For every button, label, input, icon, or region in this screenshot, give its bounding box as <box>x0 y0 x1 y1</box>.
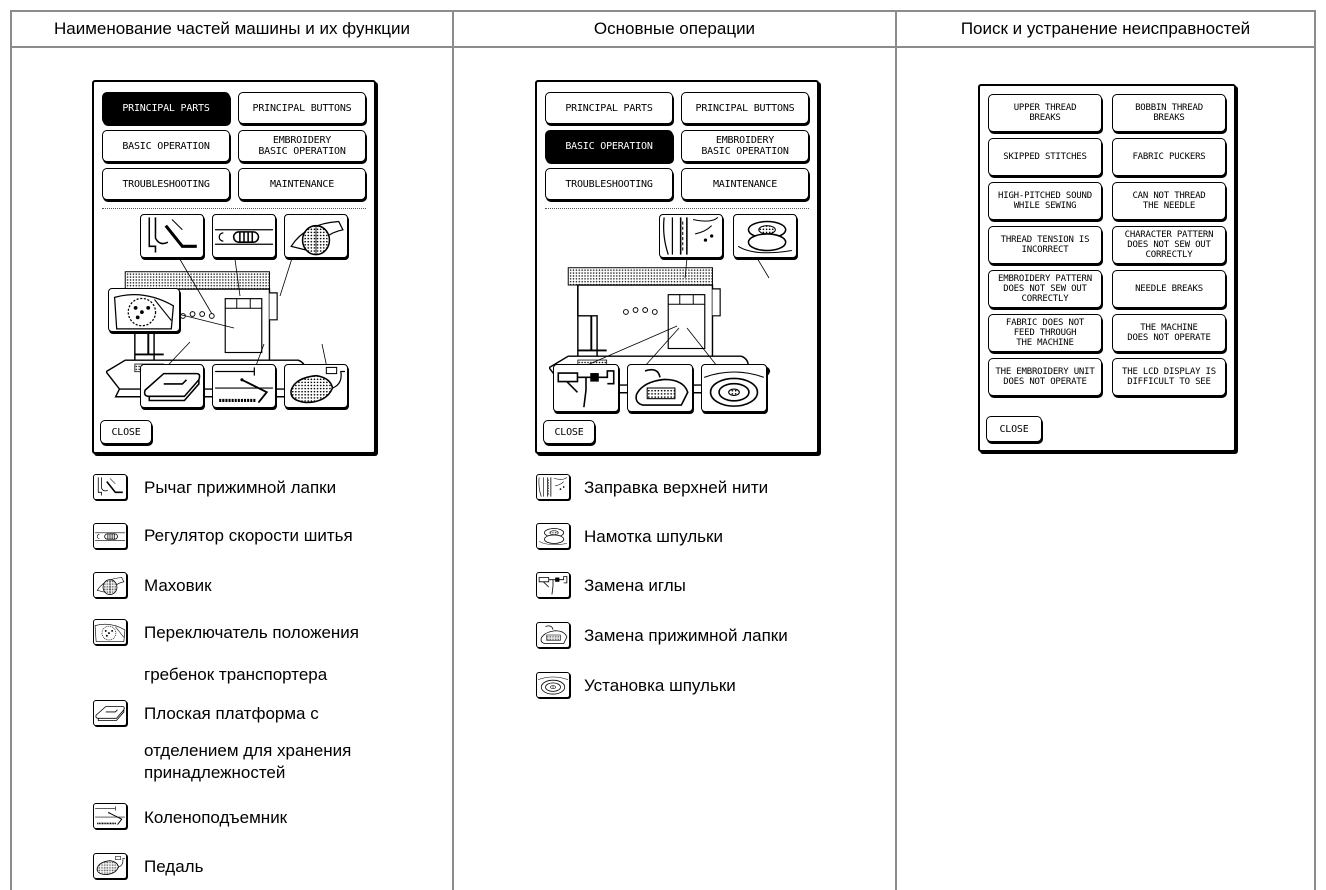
troubleshooting-item-button[interactable]: CHARACTER PATTERN DOES NOT SEW OUT CORRE… <box>1112 226 1226 264</box>
table-right-border <box>1314 10 1316 890</box>
foot-controller-icon <box>93 853 127 879</box>
troubleshooting-item-button[interactable]: NEEDLE BREAKS <box>1112 270 1226 308</box>
legend-label-cont: принадлежностей <box>144 763 286 782</box>
foot-controller-tile[interactable] <box>284 364 348 408</box>
presser-foot-change-tile[interactable] <box>627 364 693 412</box>
upper-threading-tile[interactable] <box>659 214 723 258</box>
needle-change-tile[interactable] <box>553 364 619 412</box>
close-button[interactable]: CLOSE <box>100 420 152 444</box>
legend-label-cont: отделением для хранения <box>144 741 352 760</box>
legend-label: Плоская платформа с <box>144 704 319 723</box>
handwheel-tile[interactable] <box>284 214 348 258</box>
lcd-panel-troubleshooting: UPPER THREAD BREAKS BOBBIN THREAD BREAKS S… <box>978 84 1236 452</box>
handwheel-icon <box>93 572 127 598</box>
legend-label: Замена иглы <box>584 576 686 595</box>
legend-label: Переключатель положения <box>144 623 360 642</box>
speed-control-slider-icon <box>93 523 127 549</box>
troubleshooting-item-button[interactable]: THE EMBROIDERY UNIT DOES NOT OPERATE <box>988 358 1102 396</box>
troubleshooting-item-button[interactable]: FABRIC DOES NOT FEED THROUGH THE MACHINE <box>988 314 1102 352</box>
presser-foot-lever-icon <box>93 474 127 500</box>
column-header-troubleshooting: Поиск и устранение неисправностей <box>960 19 1251 38</box>
speed-control-slider-tile[interactable] <box>212 214 276 258</box>
lcd-panel-basic-operation: PRINCIPAL PARTS PRINCIPAL BUTTONS BASIC … <box>535 80 819 454</box>
troubleshooting-item-button[interactable]: CAN NOT THREAD THE NEEDLE <box>1112 182 1226 220</box>
troubleshooting-item-button[interactable]: THE MACHINE DOES NOT OPERATE <box>1112 314 1226 352</box>
knee-lifter-tile[interactable] <box>212 364 276 408</box>
legend-label-cont: гребенок транспортера <box>144 665 328 684</box>
bobbin-winding-tile[interactable] <box>733 214 797 258</box>
column-header-parts: Наименование частей машины и их функции <box>53 19 411 38</box>
bobbin-winding-icon <box>536 523 570 549</box>
troubleshooting-item-button[interactable]: BOBBIN THREAD BREAKS <box>1112 94 1226 132</box>
table-col-divider-1 <box>452 10 454 890</box>
feed-dog-switch-icon <box>93 619 127 645</box>
troubleshooting-item-button[interactable]: HIGH-PITCHED SOUND WHILE SEWING <box>988 182 1102 220</box>
lcd-panel-principal-parts: PRINCIPAL PARTS PRINCIPAL BUTTONS BASIC … <box>92 80 376 454</box>
table-col-divider-2 <box>895 10 897 890</box>
troubleshooting-item-button[interactable]: THREAD TENSION IS INCORRECT <box>988 226 1102 264</box>
knee-lifter-icon <box>93 803 127 829</box>
troubleshooting-item-button[interactable]: FABRIC PUCKERS <box>1112 138 1226 176</box>
feed-dog-switch-tile[interactable] <box>108 288 180 332</box>
close-button[interactable]: CLOSE <box>986 416 1042 442</box>
legend-label: Установка шпульки <box>584 676 736 695</box>
legend-label: Коленоподъемник <box>144 808 288 827</box>
table-header-divider <box>10 46 1316 48</box>
flat-bed-attachment-icon <box>93 700 127 726</box>
troubleshooting-item-button[interactable]: THE LCD DISPLAY IS DIFFICULT TO SEE <box>1112 358 1226 396</box>
needle-change-icon <box>536 572 570 598</box>
column-header-operations: Основные операции <box>593 19 756 38</box>
troubleshooting-item-button[interactable]: SKIPPED STITCHES <box>988 138 1102 176</box>
bobbin-setting-tile[interactable] <box>701 364 767 412</box>
troubleshooting-item-button[interactable]: UPPER THREAD BREAKS <box>988 94 1102 132</box>
table-left-border <box>10 10 12 890</box>
troubleshooting-item-button[interactable]: EMBROIDERY PATTERN DOES NOT SEW OUT CORR… <box>988 270 1102 308</box>
legend-label: Заправка верхней нити <box>584 478 769 497</box>
legend-label: Маховик <box>144 576 212 595</box>
legend-label: Регулятор скорости шитья <box>144 526 353 545</box>
legend-label: Замена прижимной лапки <box>584 626 788 645</box>
close-button[interactable]: CLOSE <box>543 420 595 444</box>
upper-threading-icon <box>536 474 570 500</box>
legend-label: Педаль <box>144 857 204 876</box>
flat-bed-attachment-tile[interactable] <box>140 364 204 408</box>
bobbin-setting-icon <box>536 672 570 698</box>
legend-label: Рычаг прижимной лапки <box>144 478 337 497</box>
presser-foot-change-icon <box>536 622 570 648</box>
presser-foot-lever-tile[interactable] <box>140 214 204 258</box>
legend-label: Намотка шпульки <box>584 527 723 546</box>
